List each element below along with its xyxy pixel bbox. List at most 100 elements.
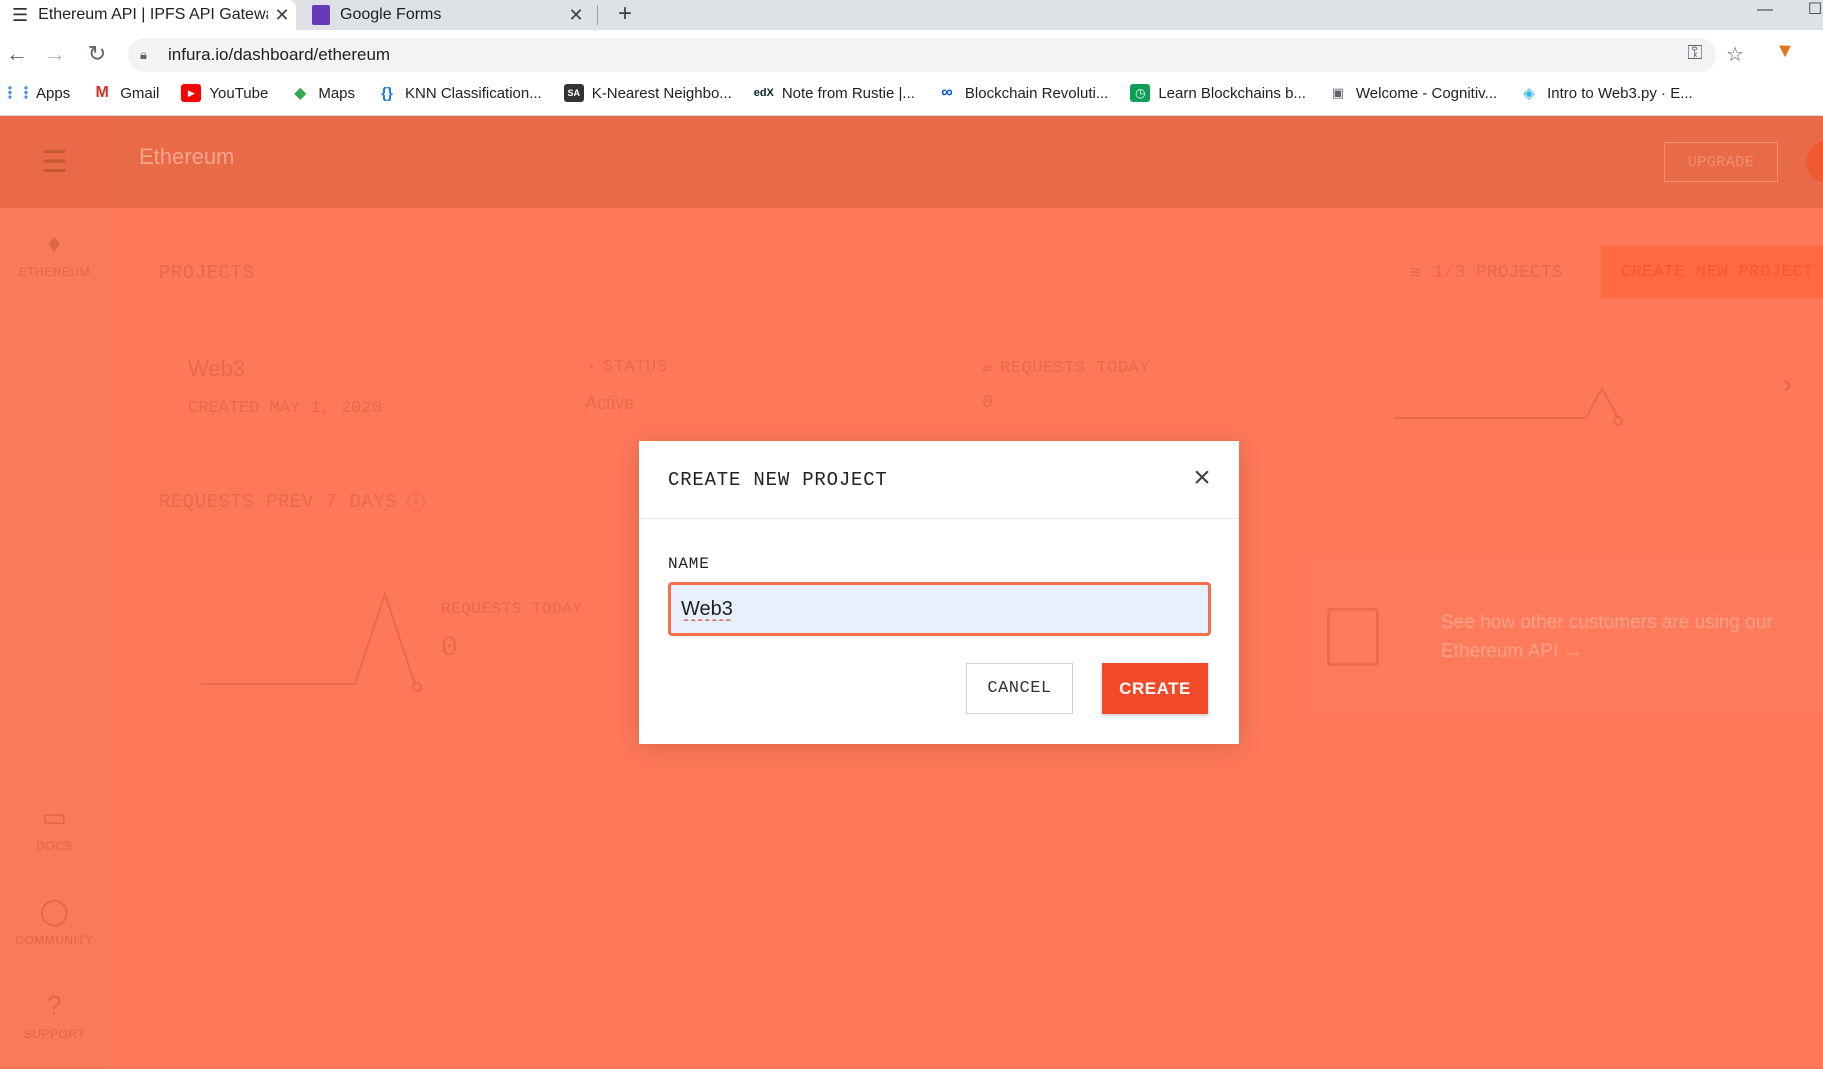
bookmark-knn[interactable]: {} KNN Classification...	[377, 84, 542, 102]
tab-title: Ethereum API | IPFS API Gateway	[38, 6, 268, 23]
apps-grid-icon: ⋮⋮	[2, 85, 34, 102]
infura-logo-icon[interactable]: ☰	[0, 116, 109, 208]
close-icon[interactable]: ×	[1187, 463, 1217, 493]
chevron-right-icon[interactable]: ›	[1783, 368, 1792, 400]
ethereum-icon: ♦	[47, 228, 62, 258]
bookmark-youtube[interactable]: ▶ YouTube	[181, 84, 268, 102]
address-bar[interactable]: 🔒︎	[128, 38, 1716, 72]
maximize-icon[interactable]: ☐	[1800, 0, 1823, 30]
promo-link[interactable]: See how other customers are using our Et…	[1441, 608, 1821, 666]
bookmark-label: KNN Classification...	[405, 84, 542, 102]
bookmark-label: Welcome - Cognitiv...	[1355, 84, 1498, 102]
bookmark-cognitive[interactable]: ▣ Welcome - Cognitiv...	[1328, 84, 1497, 102]
sidebar-item-ethereum[interactable]: ♦ ETHEREUM	[0, 228, 109, 279]
browser-tabstrip: ☰ Ethereum API | IPFS API Gateway ✕ Goog…	[0, 0, 1823, 30]
infura-favicon-icon: ☰	[12, 4, 29, 25]
requests-sparkline	[201, 590, 422, 692]
key-icon[interactable]: ⚿	[1682, 42, 1708, 65]
requests-prev-text: REQUESTS PREV 7 DAYS	[159, 491, 398, 513]
sidebar-item-support[interactable]: ? SUPPORT	[0, 990, 109, 1041]
coursera-icon: ∞	[941, 84, 953, 101]
sidebar-item-label: COMMUNITY	[15, 933, 94, 947]
project-sparkline	[1394, 385, 1623, 426]
minimize-icon[interactable]: —	[1750, 0, 1780, 30]
braces-icon: {}	[381, 84, 393, 102]
gmail-icon: M	[95, 84, 109, 101]
create-button[interactable]: CREATE	[1102, 663, 1208, 714]
web3-icon: ◈	[1523, 85, 1535, 102]
upgrade-button[interactable]: UPGRADE	[1664, 142, 1778, 182]
bookmark-maps[interactable]: ◆ Maps	[290, 84, 355, 103]
requests-today-label: REQUESTS TODAY	[441, 600, 583, 618]
layers-icon: ≋	[1410, 264, 1421, 284]
chat-icon: ◯	[39, 896, 70, 926]
help-icon: ?	[47, 990, 62, 1020]
projects-count-text: 1/3 PROJECTS	[1432, 263, 1563, 283]
page-title: Ethereum	[139, 144, 235, 169]
lock-icon: 🔒︎	[140, 47, 147, 62]
tab-google-forms[interactable]: Google Forms ✕	[300, 0, 590, 30]
project-name-input[interactable]	[668, 582, 1211, 636]
bookmark-blockchain[interactable]: ∞ Blockchain Revoluti...	[937, 84, 1108, 102]
sidebar-item-label: DOCS	[36, 839, 73, 853]
cognitive-icon: ▣	[1331, 85, 1345, 100]
book-icon: ▭	[41, 802, 68, 832]
sa-icon: SA	[563, 84, 584, 102]
requests-today-label: ⇄ REQUESTS TODAY	[982, 358, 1150, 379]
bookmark-label: K-Nearest Neighbo...	[591, 84, 732, 102]
bookmark-label: YouTube	[209, 84, 269, 102]
back-arrow-icon[interactable]: ←	[4, 40, 30, 68]
requests-prev-heading: REQUESTS PREV 7 DAYS i	[159, 491, 426, 513]
edx-icon: edX	[753, 87, 774, 99]
info-icon[interactable]: i	[407, 493, 426, 511]
tab-title: Google Forms	[340, 6, 442, 23]
projects-heading: PROJECTS	[159, 262, 255, 284]
bookmark-k-nearest[interactable]: SA K-Nearest Neighbo...	[563, 84, 732, 102]
projects-count: ≋ 1/3 PROJECTS	[1410, 262, 1562, 284]
reload-icon[interactable]: ↻	[84, 40, 110, 68]
google-forms-icon	[312, 5, 330, 25]
tab-ethereum-api[interactable]: ☰ Ethereum API | IPFS API Gateway ✕	[0, 0, 296, 30]
avatar[interactable]	[1806, 141, 1823, 183]
sidebar-item-docs[interactable]: ▭ DOCS	[0, 802, 109, 853]
sidebar: ☰ ♦ ETHEREUM ▭ DOCS ◯ COMMUNITY ? SUPPOR…	[0, 116, 109, 1069]
bookmark-learn-blockchains[interactable]: ◷ Learn Blockchains b...	[1130, 84, 1306, 102]
bookmark-label: Apps	[36, 84, 71, 102]
bookmark-apps[interactable]: ⋮⋮ Apps	[2, 84, 71, 103]
bookmark-star-icon[interactable]: ☆	[1722, 42, 1748, 67]
project-created-date: CREATED MAY 1, 2020	[188, 399, 382, 418]
maps-icon: ◆	[294, 85, 307, 102]
sidebar-item-label: SUPPORT	[23, 1027, 86, 1041]
status-label: ◔ STATUS	[585, 358, 667, 377]
requests-today-value: 0	[441, 633, 458, 664]
modal-header: CREATE NEW PROJECT ×	[639, 441, 1239, 519]
cancel-button[interactable]: CANCEL	[966, 663, 1073, 714]
bookmark-web3py[interactable]: ◈ Intro to Web3.py · E...	[1519, 84, 1693, 103]
bookmarks-bar: ⋮⋮ Apps M Gmail ▶ YouTube ◆ Maps {} KNN …	[0, 78, 1823, 108]
clock-icon: ◷	[1130, 84, 1151, 102]
status-label-text: STATUS	[603, 358, 668, 377]
bookmark-gmail[interactable]: M Gmail	[92, 84, 160, 102]
project-name[interactable]: Web3	[188, 356, 245, 382]
tab-separator	[597, 5, 598, 25]
browser-toolbar: ← → ↻ 🔒︎ ⚿ ☆ ▼ ⋮⋮ Apps M Gmail ▶ YouTube…	[0, 30, 1823, 108]
requests-label-text: REQUESTS TODAY	[1000, 358, 1150, 378]
tab-close-icon[interactable]: ✕	[562, 5, 590, 26]
bookmark-label: Learn Blockchains b...	[1158, 84, 1306, 102]
tab-close-icon[interactable]: ✕	[268, 5, 296, 26]
arrows-icon: ⇄	[982, 360, 993, 378]
new-tab-button[interactable]: +	[612, 0, 638, 30]
status-badge: Active	[585, 393, 635, 413]
gauge-icon: ◔	[585, 358, 596, 377]
forward-arrow-icon[interactable]: →	[42, 40, 68, 68]
sidebar-item-label: ETHEREUM	[18, 265, 91, 279]
url-input[interactable]	[168, 45, 1716, 65]
bookmark-label: Intro to Web3.py · E...	[1547, 84, 1693, 102]
youtube-icon: ▶	[181, 84, 202, 102]
sidebar-item-community[interactable]: ◯ COMMUNITY	[0, 896, 109, 947]
app-header: Ethereum UPGRADE	[109, 116, 1823, 208]
create-new-project-button[interactable]: CREATE NEW PROJECT	[1601, 246, 1823, 298]
create-project-modal: CREATE NEW PROJECT × NAME CANCEL CREATE	[639, 441, 1239, 744]
metamask-extension-icon[interactable]: ▼	[1772, 40, 1798, 66]
bookmark-edx[interactable]: edX Note from Rustie |...	[754, 84, 915, 102]
